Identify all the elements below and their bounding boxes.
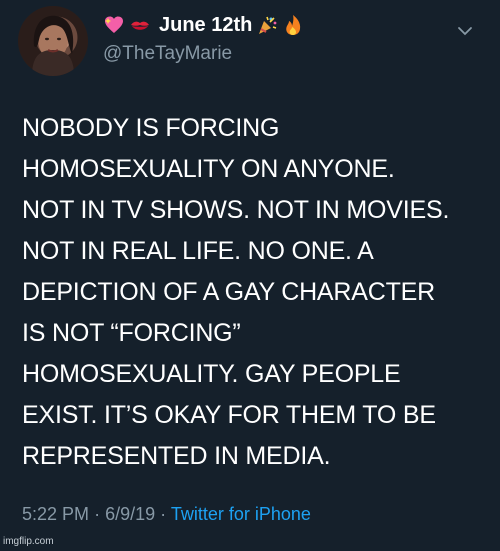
tweet-text-line: NOBODY IS FORCING bbox=[22, 114, 280, 142]
tweet-text-line: IS NOT “FORCING” bbox=[22, 319, 241, 347]
meta-separator: · bbox=[94, 504, 101, 524]
party-popper-icon bbox=[259, 16, 277, 34]
tweet-text-line: DEPICTION OF A GAY CHARACTER bbox=[22, 278, 435, 306]
tweet-text-line: REPRESENTED IN MEDIA. bbox=[22, 442, 331, 470]
avatar-portrait bbox=[32, 15, 74, 76]
tweet-text-line: NOT IN REAL LIFE. NO ONE. A bbox=[22, 237, 374, 265]
tweet-source-link[interactable]: Twitter for iPhone bbox=[171, 504, 311, 524]
avatar[interactable] bbox=[18, 6, 88, 76]
kiss-mark-icon bbox=[131, 21, 149, 30]
tweet-text: NOBODY IS FORCING HOMOSEXUALITY ON ANYON… bbox=[22, 108, 492, 477]
tweet-text-line: NOT IN TV SHOWS. NOT IN MOVIES. bbox=[22, 196, 450, 224]
display-name[interactable]: June 12th bbox=[103, 12, 308, 38]
tweet-text-line: HOMOSEXUALITY ON ANYONE. bbox=[22, 155, 395, 183]
tweet-meta: 5:22 PM · 6/9/19 · Twitter for iPhone bbox=[22, 504, 311, 525]
tweet-text-line: HOMOSEXUALITY. GAY PEOPLE bbox=[22, 360, 401, 388]
tweet-text-line: EXIST. IT’S OKAY FOR THEM TO BE bbox=[22, 401, 436, 429]
sparkling-heart-icon bbox=[105, 16, 123, 33]
watermark: imgflip.com bbox=[3, 536, 54, 547]
tweet-time[interactable]: 5:22 PM bbox=[22, 504, 89, 524]
user-handle[interactable]: @TheTayMarie bbox=[103, 42, 232, 66]
fire-icon bbox=[286, 15, 301, 35]
display-name-text: June 12th bbox=[159, 14, 253, 36]
tweet-card: June 12th @TheTayMarie NOBODY IS FORCING… bbox=[0, 0, 500, 551]
tweet-date[interactable]: 6/9/19 bbox=[105, 504, 155, 524]
chevron-down-icon[interactable] bbox=[456, 22, 474, 40]
meta-separator: · bbox=[160, 504, 167, 524]
